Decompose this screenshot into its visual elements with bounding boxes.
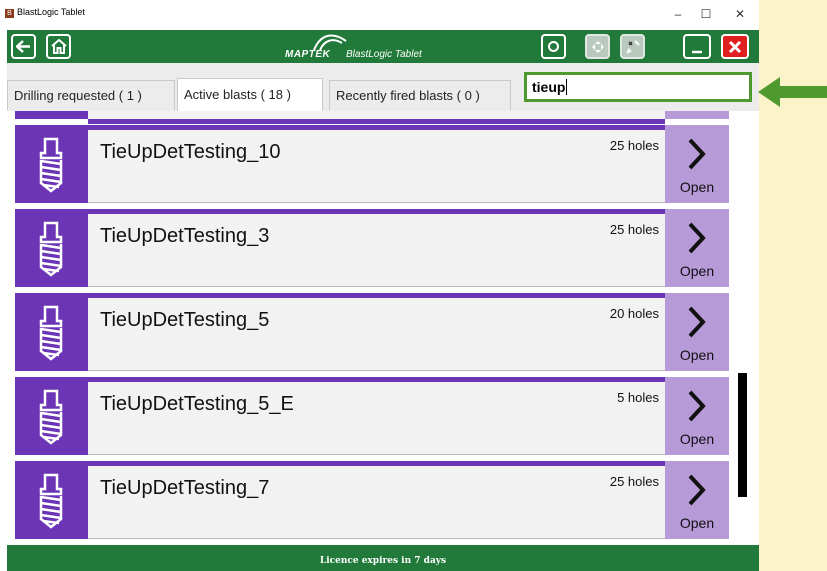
open-label: Open <box>679 263 715 279</box>
chevron-right-icon <box>688 138 706 170</box>
blast-hole-count: 5 holes <box>617 390 659 405</box>
blast-row-body: TieUpDetTesting_3 25 holes <box>88 214 665 287</box>
sync-button[interactable] <box>585 34 610 59</box>
status-bar: Licence expires in 7 days <box>7 545 759 571</box>
drill-hole-icon <box>15 461 88 539</box>
open-blast-button[interactable]: Open <box>665 293 729 371</box>
drill-hole-icon <box>15 377 88 455</box>
search-input[interactable]: tieup <box>524 72 752 102</box>
app-close-button[interactable] <box>721 34 749 59</box>
blast-row-partial <box>15 111 729 124</box>
chevron-right-icon <box>688 390 706 422</box>
open-label: Open <box>679 515 715 531</box>
blast-row-body: TieUpDetTesting_5 20 holes <box>88 298 665 371</box>
home-button[interactable] <box>46 34 71 59</box>
text-caret <box>566 79 568 95</box>
open-blast-button[interactable]: Open <box>665 377 729 455</box>
blast-name: TieUpDetTesting_5 <box>100 309 270 331</box>
back-button[interactable] <box>11 34 36 59</box>
blast-name: TieUpDetTesting_3 <box>100 225 270 247</box>
chevron-right-icon <box>688 474 706 506</box>
minimize-icon <box>692 50 702 53</box>
logo-product: BlastLogic Tablet <box>346 49 422 60</box>
home-icon <box>50 39 67 54</box>
chevron-right-icon <box>688 222 706 254</box>
disconnect-button[interactable] <box>620 34 645 59</box>
open-label: Open <box>679 179 715 195</box>
blast-row[interactable]: TieUpDetTesting_5_E 5 holes Open <box>15 377 729 455</box>
blast-row[interactable]: TieUpDetTesting_3 25 holes Open <box>15 209 729 287</box>
back-arrow-icon <box>16 40 30 53</box>
refresh-icon <box>548 41 559 52</box>
licence-status: Licence expires in 7 days <box>319 556 447 566</box>
blast-name: TieUpDetTesting_5_E <box>100 393 294 415</box>
blast-hole-count: 25 holes <box>609 222 659 237</box>
blast-name: TieUpDetTesting_10 <box>100 141 281 163</box>
app-icon: B <box>5 9 14 18</box>
open-label: Open <box>679 431 715 447</box>
close-icon <box>728 40 742 53</box>
window-maximize-button[interactable]: ☐ <box>693 5 719 23</box>
window-minimize-button[interactable]: – <box>665 5 691 23</box>
blast-hole-count: 25 holes <box>609 474 659 489</box>
blast-row-body: TieUpDetTesting_10 25 holes <box>88 130 665 203</box>
chevron-right-icon <box>688 306 706 338</box>
blast-list[interactable]: TieUpDetTesting_10 25 holes Open TieUpDe… <box>7 111 759 545</box>
blast-row[interactable]: TieUpDetTesting_10 25 holes Open <box>15 125 729 203</box>
window-title: BlastLogic Tablet <box>17 7 85 17</box>
tab-active-blasts[interactable]: Active blasts ( 18 ) <box>177 78 323 111</box>
open-blast-button[interactable]: Open <box>665 125 729 203</box>
tab-drilling-requested[interactable]: Drilling requested ( 1 ) <box>7 80 175 110</box>
toolbar: MAPTEK BlastLogic Tablet <box>7 30 759 63</box>
open-label: Open <box>679 347 715 363</box>
logo-brand: MAPTEK <box>285 49 331 60</box>
scrollbar-thumb[interactable] <box>738 373 747 497</box>
refresh-button[interactable] <box>541 34 566 59</box>
drill-hole-icon <box>15 209 88 287</box>
blast-row-body: TieUpDetTesting_5_E 5 holes <box>88 382 665 455</box>
app-minimize-button[interactable] <box>683 34 711 59</box>
blast-row-body: TieUpDetTesting_7 25 holes <box>88 466 665 539</box>
tab-recently-fired-blasts[interactable]: Recently fired blasts ( 0 ) <box>329 80 511 110</box>
disconnect-icon <box>625 39 640 54</box>
sync-icon <box>591 40 604 53</box>
app-logo: MAPTEK BlastLogic Tablet <box>282 34 522 60</box>
open-blast-button[interactable]: Open <box>665 461 729 539</box>
search-value: tieup <box>532 79 566 95</box>
title-bar: B BlastLogic Tablet – ☐ ✕ <box>0 0 759 30</box>
blast-hole-count: 25 holes <box>609 138 659 153</box>
blast-name: TieUpDetTesting_7 <box>100 477 270 499</box>
callout-arrow-icon <box>758 77 827 107</box>
blast-hole-count: 20 holes <box>609 306 659 321</box>
drill-hole-icon <box>15 125 88 203</box>
window-close-button[interactable]: ✕ <box>727 5 753 23</box>
open-blast-button[interactable]: Open <box>665 209 729 287</box>
blast-row[interactable]: TieUpDetTesting_7 25 holes Open <box>15 461 729 539</box>
blast-row[interactable]: TieUpDetTesting_5 20 holes Open <box>15 293 729 371</box>
drill-hole-icon <box>15 293 88 371</box>
